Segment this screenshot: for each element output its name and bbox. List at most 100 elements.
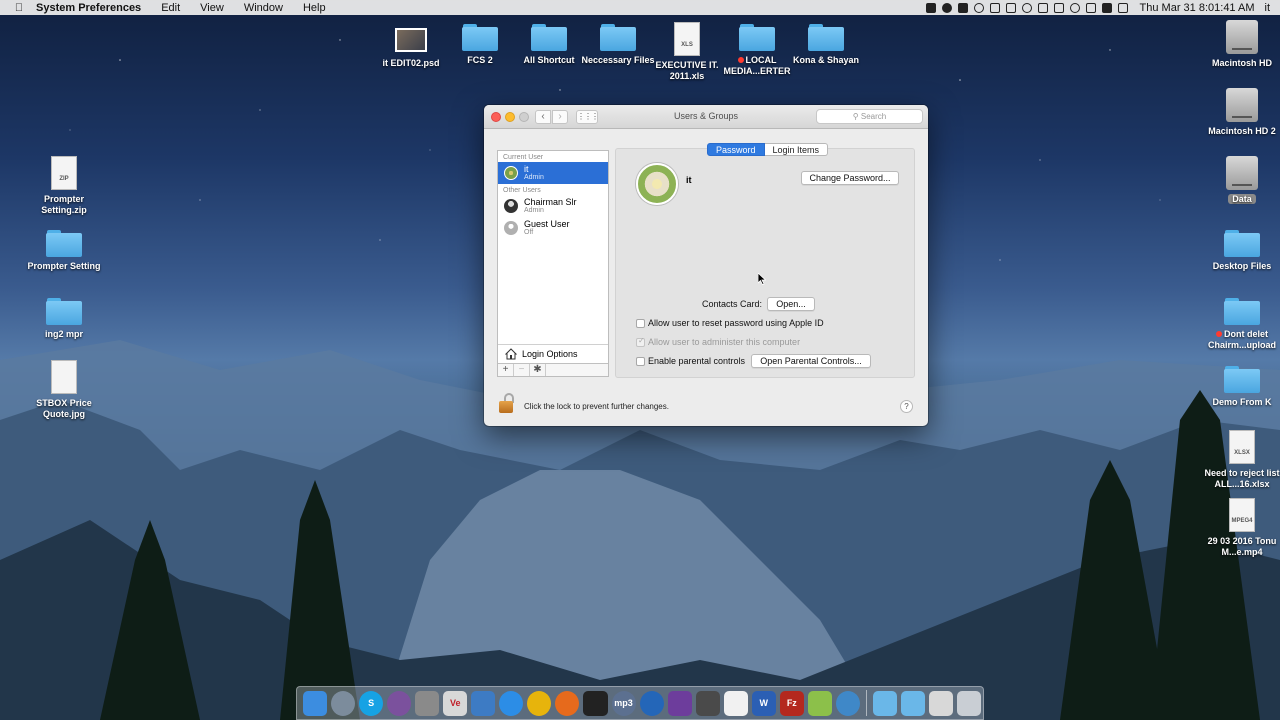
user-name: Guest User: [524, 219, 570, 229]
bluetooth-icon[interactable]: [1037, 2, 1048, 13]
dock-firefox-icon[interactable]: [555, 690, 580, 716]
dock-filezilla-icon[interactable]: Fz: [779, 690, 804, 716]
desktop-icon-kona-shayan[interactable]: Kona & Shayan: [784, 24, 868, 66]
time-machine-icon[interactable]: [1021, 2, 1032, 13]
desktop-icon-prompter-setting[interactable]: Prompter Setting: [22, 230, 106, 272]
display-icon[interactable]: [1005, 2, 1016, 13]
dock-viber-icon[interactable]: [387, 690, 412, 716]
dock-documents-icon[interactable]: [900, 690, 925, 716]
tab-password[interactable]: Password: [707, 143, 765, 156]
menu-status-area: Thu Mar 31 8:01:41 AM it: [920, 0, 1270, 15]
desktop-icon-tonu-mp4[interactable]: MPEG4 29 03 2016 Tonu M...e.mp4: [1200, 498, 1280, 558]
dock-photos-icon[interactable]: [695, 690, 720, 716]
dock-quicktime-icon[interactable]: [639, 690, 664, 716]
dock-launchpad-icon[interactable]: [331, 690, 356, 716]
action-gear-button[interactable]: ✱: [530, 364, 546, 376]
lock-text: Click the lock to prevent further change…: [524, 402, 669, 411]
jpg-file-icon: [51, 360, 77, 394]
dock-skype-icon[interactable]: S: [359, 690, 384, 716]
menu-edit[interactable]: Edit: [161, 2, 180, 14]
menu-user[interactable]: it: [1265, 2, 1271, 14]
menu-window[interactable]: Window: [244, 2, 283, 14]
parental-controls-checkbox[interactable]: [636, 357, 645, 366]
search-field[interactable]: ⚲ Search: [816, 109, 923, 124]
user-name: Chairman Slr: [524, 197, 577, 207]
flag-icon[interactable]: [1117, 2, 1128, 13]
menu-help[interactable]: Help: [303, 2, 326, 14]
desktop-icon-need-to-reject[interactable]: XLSX Need to reject list ALL...16.xlsx: [1200, 430, 1280, 490]
contacts-card-label: Contacts Card:: [702, 299, 763, 309]
open-parental-controls-button[interactable]: Open Parental Controls...: [751, 354, 871, 368]
desktop-icon-label: Desktop Files: [1212, 261, 1272, 271]
input-source-icon[interactable]: [1101, 2, 1112, 13]
dock-claquette-icon[interactable]: [583, 690, 608, 716]
user-row-guest[interactable]: Guest User Off: [498, 217, 608, 239]
folder-icon: [1224, 230, 1260, 257]
dock-system-preferences-icon[interactable]: [415, 690, 440, 716]
dock-chrome-icon[interactable]: [527, 690, 552, 716]
dock-textedit-icon[interactable]: [723, 690, 748, 716]
photo-file-icon: [395, 28, 427, 52]
user-list-toolbar: + − ✱: [498, 363, 608, 376]
window-titlebar[interactable]: ‹ › ⋮⋮⋮ Users & Groups ⚲ Search: [484, 105, 928, 129]
dock-preview-icon[interactable]: [471, 690, 496, 716]
dock-finder-icon[interactable]: [303, 690, 328, 716]
desktop-icon-label: ing2 mpr: [44, 329, 83, 339]
add-user-button[interactable]: +: [498, 364, 514, 376]
desktop-icon-macintosh-hd-2[interactable]: Macintosh HD 2: [1200, 88, 1280, 137]
mp4-file-icon: MPEG4: [1229, 498, 1255, 532]
desktop-icon-macintosh-hd[interactable]: Macintosh HD: [1200, 20, 1280, 69]
login-options-label: Login Options: [522, 349, 578, 359]
desktop-icon-data[interactable]: Data: [1200, 156, 1280, 205]
login-options-item[interactable]: Login Options: [498, 344, 608, 363]
reset-password-checkbox[interactable]: [636, 319, 645, 328]
desktop-icon-stbox-jpg[interactable]: STBOX Price Quote.jpg: [22, 360, 106, 420]
dock-android-icon[interactable]: [807, 690, 832, 716]
sync-icon[interactable]: [973, 2, 984, 13]
user-row-chairman[interactable]: Chairman Slr Admin: [498, 195, 608, 217]
app-status-icon[interactable]: [957, 2, 968, 13]
desktop-icon-label: Macintosh HD 2: [1208, 126, 1276, 136]
menu-clock[interactable]: Thu Mar 31 8:01:41 AM: [1140, 2, 1255, 14]
dock-mp3-icon[interactable]: mp3: [611, 690, 636, 716]
desktop-icon-dont-delet[interactable]: Dont delet Chairm...upload: [1200, 298, 1280, 351]
administer-checkbox[interactable]: ✓: [636, 336, 645, 347]
desktop-icon-prompter-zip[interactable]: ZIP Prompter Setting.zip: [22, 156, 106, 216]
dock-downloads-icon[interactable]: [929, 690, 954, 716]
lock-icon[interactable]: [498, 393, 514, 413]
skype-status-icon[interactable]: [941, 2, 952, 13]
remove-user-button[interactable]: −: [514, 364, 530, 376]
dock-applications-icon[interactable]: [872, 690, 897, 716]
open-contacts-button[interactable]: Open...: [767, 297, 815, 311]
desktop-icon-ing2-mpr[interactable]: ing2 mpr: [22, 298, 106, 340]
change-password-button[interactable]: Change Password...: [801, 171, 899, 185]
dock-ve-icon[interactable]: Ve: [443, 690, 468, 716]
battery-icon[interactable]: [1085, 2, 1096, 13]
section-current-user: Current User: [503, 154, 544, 161]
desktop-icon-label: Demo From K: [1212, 397, 1272, 407]
parental-controls-label: Enable parental controls: [648, 356, 746, 366]
wifi-icon[interactable]: [1069, 2, 1080, 13]
desktop-icon-desktop-files[interactable]: Desktop Files: [1200, 230, 1280, 272]
checkbox-status-icon[interactable]: [989, 2, 1000, 13]
user-role: Off: [524, 229, 534, 236]
user-picture[interactable]: [636, 163, 678, 205]
menu-view[interactable]: View: [200, 2, 224, 14]
tab-login-items[interactable]: Login Items: [764, 143, 829, 156]
detail-tabs: Password Login Items: [707, 143, 829, 156]
help-button[interactable]: ?: [900, 400, 913, 413]
dock-network-icon[interactable]: [835, 690, 860, 716]
dock-trash-icon[interactable]: [957, 690, 982, 716]
administer-label: Allow user to administer this computer: [648, 337, 801, 347]
dock-word-icon[interactable]: W: [751, 690, 776, 716]
user-row-it[interactable]: it Admin: [498, 162, 608, 184]
menu-bar:  System Preferences Edit View Window He…: [0, 0, 1280, 15]
dock-imovie-icon[interactable]: [667, 690, 692, 716]
desktop-icon-demo-from-k[interactable]: Demo From K: [1200, 366, 1280, 408]
volume-icon[interactable]: [1053, 2, 1064, 13]
apple-menu-icon[interactable]: : [12, 2, 26, 14]
section-other-users: Other Users: [503, 187, 541, 194]
menu-app-name[interactable]: System Preferences: [36, 2, 141, 14]
dock-safari-icon[interactable]: [499, 690, 524, 716]
screen-record-icon[interactable]: [925, 2, 936, 13]
